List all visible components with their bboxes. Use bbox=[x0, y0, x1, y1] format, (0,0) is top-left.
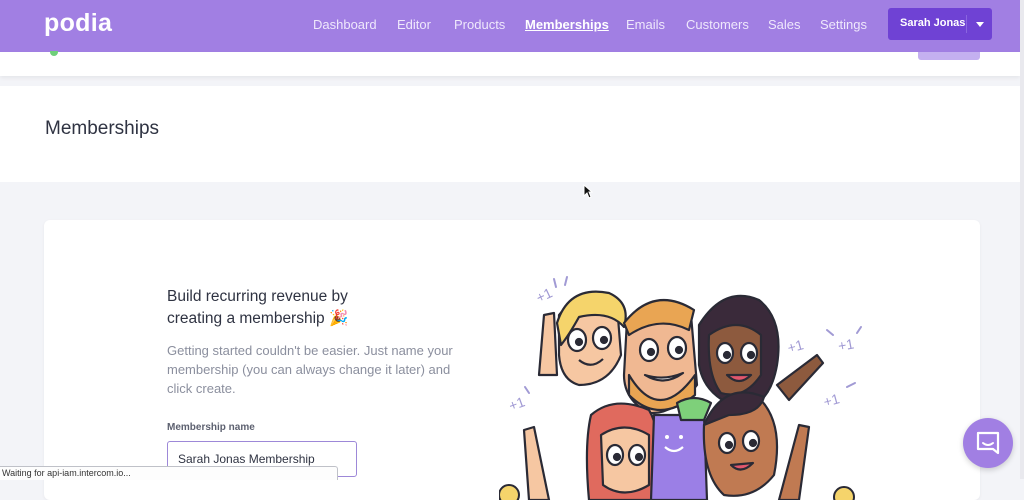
nav-item-settings[interactable]: Settings bbox=[820, 17, 867, 32]
celebrating-people-illustration: +1 +1 +1 +1 +1 bbox=[499, 276, 862, 500]
status-dot-icon bbox=[50, 51, 58, 56]
plus-one-mark: +1 bbox=[786, 336, 806, 356]
nav-item-products[interactable]: Products bbox=[454, 17, 505, 32]
plus-one-mark: +1 bbox=[507, 393, 528, 414]
card-heading: Build recurring revenue by creating a me… bbox=[167, 288, 349, 327]
plus-one-mark: +1 bbox=[822, 390, 842, 410]
create-membership-card: Build recurring revenue by creating a me… bbox=[44, 220, 980, 500]
chevron-down-icon[interactable] bbox=[976, 22, 984, 27]
page-title: Memberships bbox=[45, 118, 160, 139]
membership-name-label: Membership name bbox=[167, 422, 255, 433]
balloon-icon bbox=[833, 486, 855, 500]
chat-bubble-icon bbox=[976, 431, 1000, 455]
nav-item-emails[interactable]: Emails bbox=[626, 17, 665, 32]
page-header: Memberships bbox=[0, 86, 1020, 182]
browser-status-bar: Waiting for api-iam.intercom.io... bbox=[0, 466, 338, 480]
plus-one-mark: +1 bbox=[837, 335, 856, 354]
nav-item-dashboard[interactable]: Dashboard bbox=[313, 17, 377, 32]
chat-launcher-button[interactable] bbox=[963, 418, 1013, 468]
page-scrollbar[interactable] bbox=[1020, 0, 1024, 479]
nav-item-sales[interactable]: Sales bbox=[768, 17, 801, 32]
plus-one-mark: +1 bbox=[534, 284, 555, 305]
user-menu-divider bbox=[966, 15, 967, 33]
mouse-cursor-icon bbox=[583, 184, 593, 199]
card-description: Getting started couldn't be easier. Just… bbox=[167, 343, 453, 396]
main-nav: Dashboard Editor Products Memberships Em… bbox=[0, 17, 1020, 35]
user-menu-button[interactable]: Sarah Jonas bbox=[888, 8, 992, 40]
top-navigation-bar: podia Dashboard Editor Products Membersh… bbox=[0, 0, 1020, 52]
nav-item-memberships[interactable]: Memberships bbox=[525, 17, 609, 32]
editor-subbar bbox=[0, 51, 1020, 76]
subbar-action-button[interactable] bbox=[918, 52, 980, 60]
nav-item-customers[interactable]: Customers bbox=[686, 17, 749, 32]
balloon-icon bbox=[499, 484, 520, 500]
nav-item-editor[interactable]: Editor bbox=[397, 17, 431, 32]
user-name: Sarah Jonas bbox=[900, 17, 966, 29]
